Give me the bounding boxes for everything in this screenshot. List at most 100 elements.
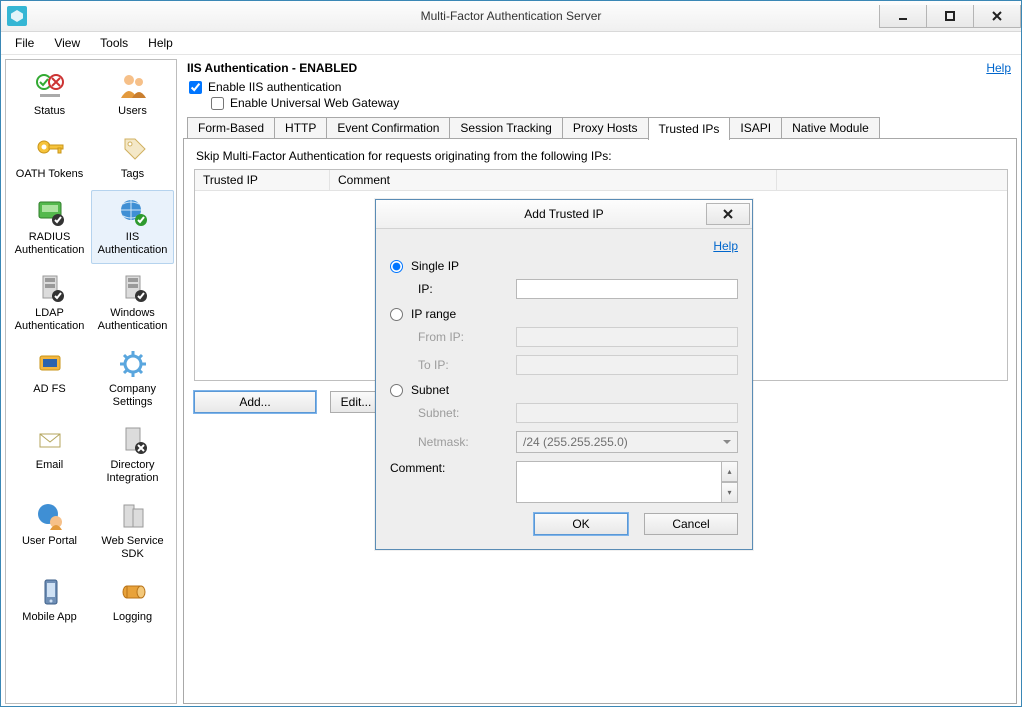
scroll-up-icon[interactable]: ▴ bbox=[721, 461, 738, 482]
enable-iis-row[interactable]: Enable IIS authentication bbox=[183, 79, 1017, 95]
to-ip-row: To IP: bbox=[418, 355, 738, 375]
key-icon bbox=[33, 132, 67, 166]
sidebar-item-status[interactable]: Status bbox=[8, 64, 91, 125]
tab-native-module[interactable]: Native Module bbox=[781, 117, 880, 139]
status-icon bbox=[33, 69, 67, 103]
single-ip-row[interactable]: Single IP bbox=[390, 259, 738, 273]
radius-icon bbox=[33, 195, 67, 229]
from-ip-input bbox=[516, 327, 738, 347]
sidebar-item-mobile-app[interactable]: Mobile App bbox=[8, 570, 91, 631]
sidebar-item-label: OATH Tokens bbox=[16, 168, 83, 181]
single-ip-label: Single IP bbox=[411, 259, 459, 273]
sidebar-item-label: IIS Authentication bbox=[94, 231, 171, 257]
subnet-field-row: Subnet: bbox=[418, 403, 738, 423]
enable-uwg-row[interactable]: Enable Universal Web Gateway bbox=[183, 95, 1017, 111]
tab-form-based[interactable]: Form-Based bbox=[187, 117, 275, 139]
tab-session-tracking[interactable]: Session Tracking bbox=[449, 117, 562, 139]
sidebar-item-label: Web Service SDK bbox=[94, 535, 171, 561]
close-button[interactable] bbox=[973, 5, 1021, 28]
sidebar-item-web-service-sdk[interactable]: Web Service SDK bbox=[91, 494, 174, 568]
sidebar-item-label: Company Settings bbox=[94, 383, 171, 409]
sidebar-item-directory-integration[interactable]: Directory Integration bbox=[91, 418, 174, 492]
tab-event-confirmation[interactable]: Event Confirmation bbox=[326, 117, 450, 139]
sidebar: Status Users OATH Tokens Tags RADIUS Aut… bbox=[5, 59, 177, 704]
add-button[interactable]: Add... bbox=[194, 391, 316, 413]
menu-tools[interactable]: Tools bbox=[92, 34, 136, 52]
tag-icon bbox=[116, 132, 150, 166]
tab-proxy-hosts[interactable]: Proxy Hosts bbox=[562, 117, 649, 139]
app-icon bbox=[7, 6, 27, 26]
sidebar-item-company-settings[interactable]: Company Settings bbox=[91, 342, 174, 416]
comment-label: Comment: bbox=[390, 461, 516, 503]
dialog-help-link[interactable]: Help bbox=[713, 239, 738, 253]
sidebar-item-email[interactable]: Email bbox=[8, 418, 91, 492]
sidebar-item-users[interactable]: Users bbox=[91, 64, 174, 125]
tab-instruction: Skip Multi-Factor Authentication for req… bbox=[196, 149, 1006, 163]
col-comment[interactable]: Comment bbox=[330, 170, 777, 190]
adfs-icon bbox=[33, 347, 67, 381]
sidebar-item-label: Directory Integration bbox=[94, 459, 171, 485]
globe-user-icon bbox=[33, 499, 67, 533]
enable-uwg-label: Enable Universal Web Gateway bbox=[230, 96, 399, 110]
minimize-button[interactable] bbox=[879, 5, 927, 28]
subnet-row[interactable]: Subnet bbox=[390, 383, 738, 397]
sidebar-item-user-portal[interactable]: User Portal bbox=[8, 494, 91, 568]
ip-range-row[interactable]: IP range bbox=[390, 307, 738, 321]
log-icon bbox=[116, 575, 150, 609]
sidebar-item-iis-auth[interactable]: IIS Authentication bbox=[91, 190, 174, 264]
help-link[interactable]: Help bbox=[986, 61, 1011, 75]
single-ip-radio[interactable] bbox=[390, 260, 403, 273]
users-icon bbox=[116, 69, 150, 103]
email-icon bbox=[33, 423, 67, 457]
to-ip-input bbox=[516, 355, 738, 375]
page-title-row: IIS Authentication - ENABLED Help bbox=[183, 59, 1017, 79]
sidebar-item-label: Mobile App bbox=[22, 611, 76, 624]
tabstrip: Form-Based HTTP Event Confirmation Sessi… bbox=[183, 117, 1017, 139]
window-controls bbox=[880, 5, 1021, 28]
ok-button[interactable]: OK bbox=[534, 513, 628, 535]
ip-field-row: IP: bbox=[418, 279, 738, 299]
netmask-label: Netmask: bbox=[418, 435, 516, 449]
sidebar-item-windows-auth[interactable]: Windows Authentication bbox=[91, 266, 174, 340]
col-trusted-ip[interactable]: Trusted IP bbox=[195, 170, 330, 190]
window-title: Multi-Factor Authentication Server bbox=[1, 9, 1021, 23]
ip-input[interactable] bbox=[516, 279, 738, 299]
tab-isapi[interactable]: ISAPI bbox=[729, 117, 782, 139]
tab-http[interactable]: HTTP bbox=[274, 117, 327, 139]
sidebar-item-logging[interactable]: Logging bbox=[91, 570, 174, 631]
grid-header: Trusted IP Comment bbox=[195, 170, 1007, 191]
from-ip-label: From IP: bbox=[418, 330, 516, 344]
menubar: File View Tools Help bbox=[1, 32, 1021, 55]
scroll-down-icon[interactable]: ▾ bbox=[721, 482, 738, 503]
sidebar-item-label: User Portal bbox=[22, 535, 77, 548]
menu-view[interactable]: View bbox=[46, 34, 88, 52]
sidebar-item-oath-tokens[interactable]: OATH Tokens bbox=[8, 127, 91, 188]
tab-trusted-ips[interactable]: Trusted IPs bbox=[648, 117, 731, 140]
to-ip-label: To IP: bbox=[418, 358, 516, 372]
titlebar: Multi-Factor Authentication Server bbox=[1, 1, 1021, 32]
iis-icon bbox=[116, 195, 150, 229]
subnet-radio[interactable] bbox=[390, 384, 403, 397]
enable-iis-checkbox[interactable] bbox=[189, 81, 202, 94]
comment-input[interactable]: ▴ ▾ bbox=[516, 461, 738, 503]
sidebar-item-label: Tags bbox=[121, 168, 144, 181]
sidebar-item-radius-auth[interactable]: RADIUS Authentication bbox=[8, 190, 91, 264]
dialog-body: Help Single IP IP: IP range From IP: To … bbox=[376, 229, 752, 549]
sidebar-item-adfs[interactable]: AD FS bbox=[8, 342, 91, 416]
sidebar-item-ldap-auth[interactable]: LDAP Authentication bbox=[8, 266, 91, 340]
sidebar-item-label: Users bbox=[118, 105, 147, 118]
maximize-button[interactable] bbox=[926, 5, 974, 28]
sidebar-item-tags[interactable]: Tags bbox=[91, 127, 174, 188]
netmask-select: /24 (255.255.255.0) bbox=[516, 431, 738, 453]
page-title: IIS Authentication - ENABLED bbox=[187, 61, 357, 75]
menu-help[interactable]: Help bbox=[140, 34, 181, 52]
server-icon bbox=[116, 271, 150, 305]
enable-uwg-checkbox[interactable] bbox=[211, 97, 224, 110]
ip-range-radio[interactable] bbox=[390, 308, 403, 321]
subnet-label: Subnet: bbox=[418, 406, 516, 420]
cancel-button[interactable]: Cancel bbox=[644, 513, 738, 535]
phone-icon bbox=[33, 575, 67, 609]
sidebar-item-label: Status bbox=[34, 105, 65, 118]
comment-scroll[interactable]: ▴ ▾ bbox=[721, 461, 738, 503]
menu-file[interactable]: File bbox=[7, 34, 42, 52]
